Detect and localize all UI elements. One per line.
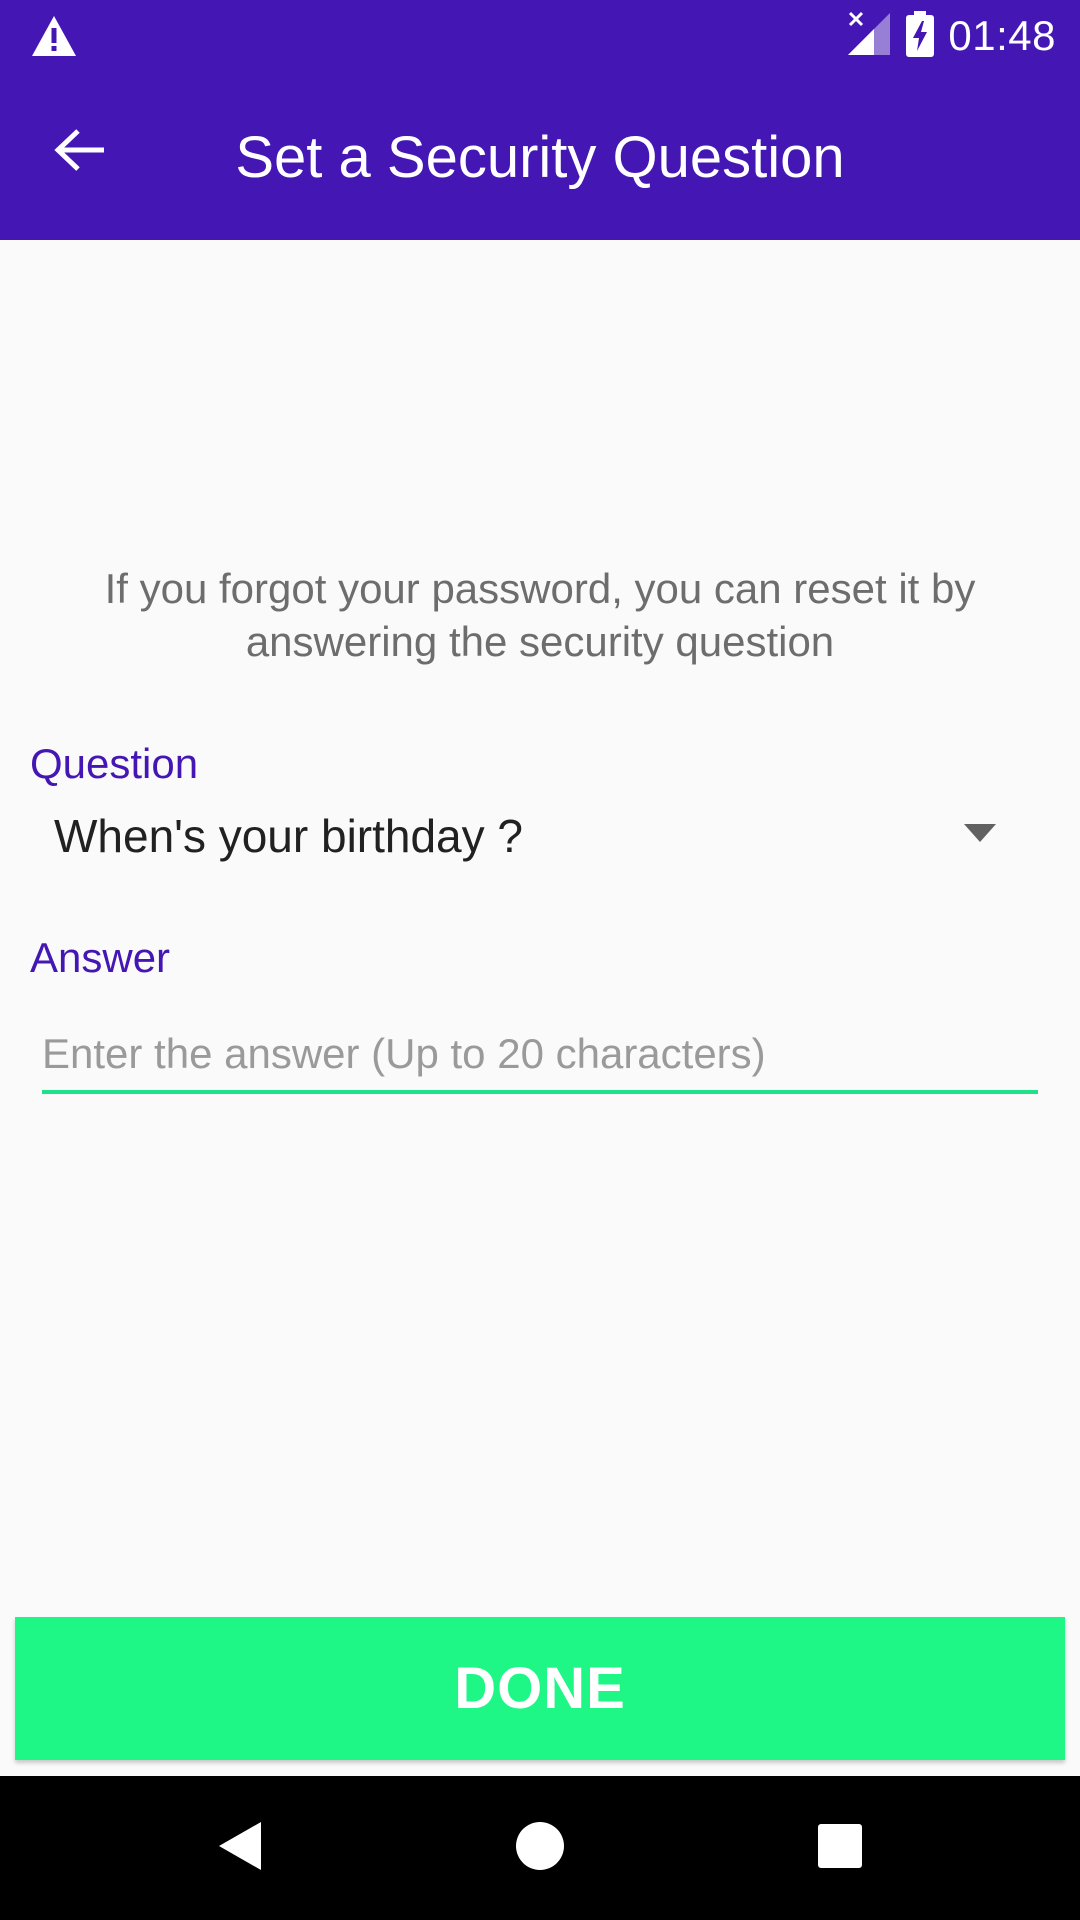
nav-back-button[interactable] xyxy=(180,1776,300,1920)
question-selected-value: When's your birthday ? xyxy=(54,810,524,862)
nav-home-button[interactable] xyxy=(480,1776,600,1920)
question-label: Question xyxy=(30,740,199,787)
status-time: 01:48 xyxy=(948,12,1056,59)
nav-recents-icon xyxy=(817,1823,863,1874)
answer-input[interactable] xyxy=(42,1018,1038,1094)
question-dropdown[interactable]: When's your birthday ? xyxy=(30,800,1020,872)
nav-back-icon xyxy=(217,1820,263,1877)
done-button[interactable]: DONE xyxy=(15,1617,1065,1760)
nav-home-icon xyxy=(515,1821,565,1876)
dropdown-arrow-icon xyxy=(964,824,996,847)
signal-off-icon xyxy=(846,11,892,62)
page-title: Set a Security Question xyxy=(235,125,845,190)
battery-charging-icon xyxy=(906,10,935,62)
info-text: If you forgot your password, you can res… xyxy=(104,565,976,665)
answer-label: Answer xyxy=(30,934,171,981)
app-bar: Set a Security Question xyxy=(0,72,1080,240)
warning-icon xyxy=(30,14,78,63)
security-question-screen: 01:48 Set a Security Question If you for… xyxy=(0,0,1080,1920)
status-bar: 01:48 xyxy=(0,0,1080,72)
navigation-bar xyxy=(0,1776,1080,1920)
status-icons: 01:48 xyxy=(846,0,1056,72)
nav-recents-button[interactable] xyxy=(780,1776,900,1920)
